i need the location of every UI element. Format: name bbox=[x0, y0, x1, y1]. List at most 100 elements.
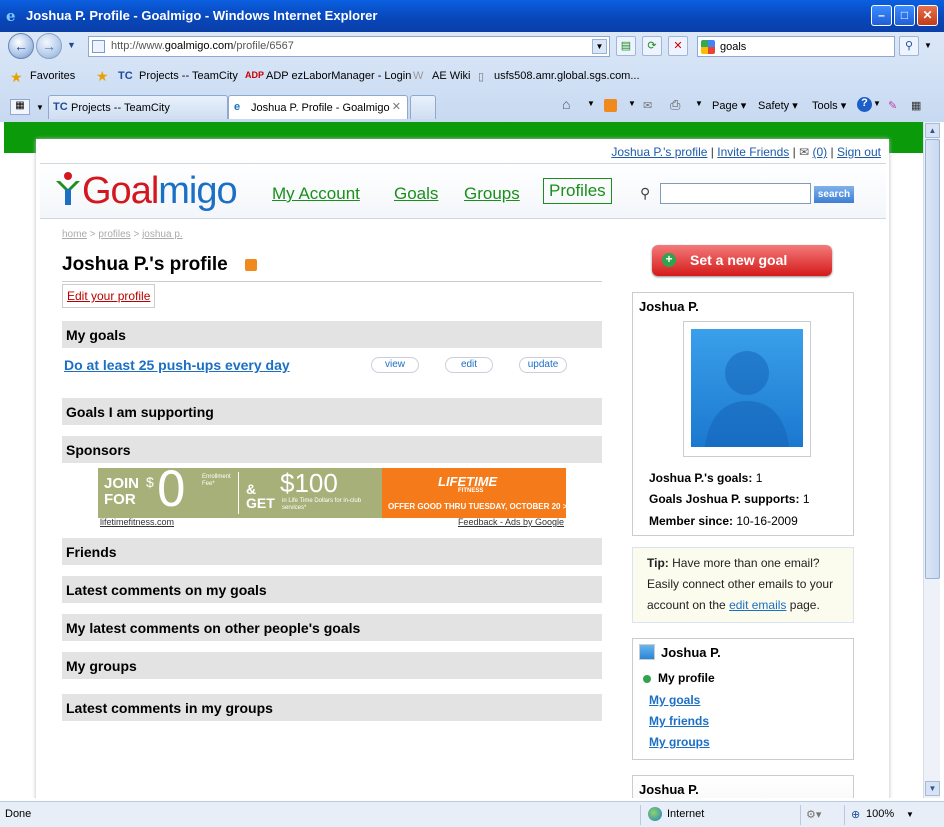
page-menu[interactable]: Page ▾ bbox=[712, 99, 746, 112]
site-search-input[interactable] bbox=[660, 183, 811, 204]
nav-profiles[interactable]: Profiles bbox=[543, 178, 612, 204]
search-box[interactable]: goals bbox=[697, 36, 895, 57]
set-new-goal-button[interactable]: + Set a new goal bbox=[652, 245, 832, 276]
zoom-icon: ⊕ bbox=[851, 809, 861, 821]
search-icon: ⚲ bbox=[640, 185, 651, 201]
ad-for: FOR bbox=[104, 491, 136, 508]
vertical-scrollbar[interactable]: ▲ ▼ bbox=[923, 122, 940, 798]
window-title: Joshua P. Profile - Goalmigo - Windows I… bbox=[26, 8, 378, 23]
ad-feedback-link[interactable]: Feedback - Ads by Google bbox=[458, 517, 564, 527]
breadcrumb-profiles[interactable]: profiles bbox=[98, 229, 130, 240]
address-bar[interactable]: http://www.goalmigo.com/profile/6567 ▼ bbox=[88, 36, 610, 57]
help-icon[interactable]: ? bbox=[857, 97, 872, 112]
site-header: Goalmigo My Account Goals Groups Profile… bbox=[40, 163, 886, 219]
nav-my-account[interactable]: My Account bbox=[272, 184, 360, 204]
history-dropdown-icon[interactable]: ▼ bbox=[67, 40, 76, 50]
ad-domain-link[interactable]: lifetimefitness.com bbox=[100, 517, 174, 527]
maximize-button[interactable]: □ bbox=[894, 5, 915, 26]
nav-goals[interactable]: Goals bbox=[394, 184, 438, 204]
goal-view-button[interactable]: view bbox=[371, 357, 419, 373]
feeds-dropdown-icon[interactable]: ▼ bbox=[628, 99, 636, 108]
menu-my-friends[interactable]: My friends bbox=[649, 714, 709, 728]
menu-my-groups[interactable]: My groups bbox=[649, 735, 710, 749]
tab-teamcity[interactable]: TC Projects -- TeamCity bbox=[48, 95, 228, 119]
goal-edit-button[interactable]: edit bbox=[445, 357, 493, 373]
section-supporting: Goals I am supporting bbox=[62, 398, 602, 425]
favorite-usfs[interactable]: usfs508.amr.global.sgs.com... bbox=[494, 70, 640, 82]
messages-link[interactable]: (0) bbox=[812, 145, 827, 159]
close-button[interactable]: ✕ bbox=[917, 5, 938, 26]
search-options-icon[interactable]: ▼ bbox=[924, 41, 932, 50]
favorites-button[interactable]: Favorites bbox=[30, 70, 75, 82]
home-dropdown-icon[interactable]: ▼ bbox=[587, 99, 595, 108]
logo-figures-icon bbox=[56, 172, 80, 205]
goal-link[interactable]: Do at least 25 push-ups every day bbox=[64, 357, 290, 373]
status-text: Done bbox=[5, 808, 32, 820]
rss-icon[interactable] bbox=[245, 259, 257, 271]
profile-card: Joshua P. Joshua P.'s goals: 1 Goals Jos… bbox=[632, 292, 854, 536]
nav-groups[interactable]: Groups bbox=[464, 184, 520, 204]
sign-out-link[interactable]: Sign out bbox=[837, 145, 881, 159]
teamcity-icon: TC bbox=[118, 70, 133, 82]
edit-emails-link[interactable]: edit emails bbox=[729, 598, 786, 612]
mail-icon[interactable]: ✉ bbox=[643, 99, 652, 112]
ad-offer: OFFER GOOD THRU TUESDAY, OCTOBER 20 >> bbox=[388, 502, 566, 511]
favorite-teamcity[interactable]: Projects -- TeamCity bbox=[139, 70, 238, 82]
tip-box: Tip: Have more than one email? Easily co… bbox=[632, 547, 854, 623]
favorites-star-icon: ★ bbox=[10, 69, 23, 85]
stop-icon[interactable]: ✕ bbox=[668, 36, 688, 56]
new-tab-button[interactable] bbox=[410, 95, 436, 119]
invite-friends-link[interactable]: Invite Friends bbox=[717, 145, 789, 159]
home-icon[interactable]: ⌂ bbox=[562, 96, 570, 112]
tab-goalmigo[interactable]: e Joshua P. Profile - Goalmigo ✕ bbox=[228, 95, 408, 119]
favorite-adp[interactable]: ADP ezLaborManager - Login bbox=[266, 70, 411, 82]
section-group-comments: Latest comments in my groups bbox=[62, 694, 602, 721]
research-icon[interactable]: ✎ bbox=[888, 99, 897, 112]
favorite-ae-wiki[interactable]: AE Wiki bbox=[432, 70, 471, 82]
tools-menu[interactable]: Tools ▾ bbox=[812, 99, 846, 112]
menu-my-profile[interactable]: My profile bbox=[658, 671, 715, 685]
compatibility-icon[interactable]: ▤ bbox=[616, 36, 636, 56]
scroll-thumb[interactable] bbox=[925, 139, 940, 579]
zoom-dropdown-icon[interactable]: ▼ bbox=[906, 810, 914, 819]
print-icon[interactable]: ⎙ bbox=[670, 97, 680, 113]
feeds-icon[interactable] bbox=[604, 99, 617, 112]
bottom-user-box: Joshua P. bbox=[632, 775, 854, 798]
print-dropdown-icon[interactable]: ▼ bbox=[695, 99, 703, 108]
status-divider bbox=[844, 805, 845, 825]
protected-mode-icon[interactable]: ⚙▾ bbox=[806, 808, 821, 821]
edit-profile-button[interactable]: Edit your profile bbox=[62, 284, 156, 308]
default-user-icon bbox=[705, 351, 789, 447]
forward-button[interactable]: → bbox=[36, 33, 62, 59]
address-dropdown-icon[interactable]: ▼ bbox=[592, 39, 607, 54]
google-icon bbox=[701, 40, 715, 54]
breadcrumb-current[interactable]: joshua p. bbox=[142, 229, 183, 240]
refresh-icon[interactable]: ⟳ bbox=[642, 36, 662, 56]
breadcrumb-home[interactable]: home bbox=[62, 229, 87, 240]
ad-zero: 0 bbox=[156, 468, 187, 518]
scroll-down-icon[interactable]: ▼ bbox=[925, 781, 940, 796]
help-dropdown-icon[interactable]: ▼ bbox=[873, 99, 881, 108]
my-profile-link[interactable]: Joshua P.'s profile bbox=[611, 145, 707, 159]
teamcity-icon: TC bbox=[53, 101, 68, 113]
add-favorite-icon[interactable]: ★ bbox=[96, 68, 109, 85]
page-title: Joshua P.'s profile bbox=[62, 254, 228, 275]
goal-update-button[interactable]: update bbox=[519, 357, 567, 373]
search-go-icon[interactable]: ⚲ bbox=[899, 36, 919, 56]
bottom-user-name: Joshua P. bbox=[639, 782, 699, 797]
safety-menu[interactable]: Safety ▾ bbox=[758, 99, 798, 112]
site-search-button[interactable]: search bbox=[814, 186, 854, 203]
goalmigo-logo[interactable]: Goalmigo bbox=[54, 170, 238, 213]
zoom-level[interactable]: 100% bbox=[866, 808, 894, 820]
toolbar-extra-icon[interactable]: ▦ bbox=[911, 99, 921, 112]
minimize-button[interactable]: – bbox=[871, 5, 892, 26]
security-zone: Internet bbox=[667, 808, 705, 820]
tab-close-icon[interactable]: ✕ bbox=[392, 100, 401, 113]
quick-tabs-icon[interactable]: ▦ bbox=[10, 99, 30, 115]
scroll-up-icon[interactable]: ▲ bbox=[925, 123, 940, 138]
tab-list-icon[interactable]: ▼ bbox=[36, 103, 44, 112]
sponsor-ad-banner[interactable]: JOIN FOR $ 0 Enrollment Fee* & GET $100 … bbox=[98, 468, 566, 518]
mail-icon: ✉ bbox=[799, 145, 810, 159]
back-button[interactable]: ← bbox=[8, 33, 34, 59]
menu-my-goals[interactable]: My goals bbox=[649, 693, 700, 707]
